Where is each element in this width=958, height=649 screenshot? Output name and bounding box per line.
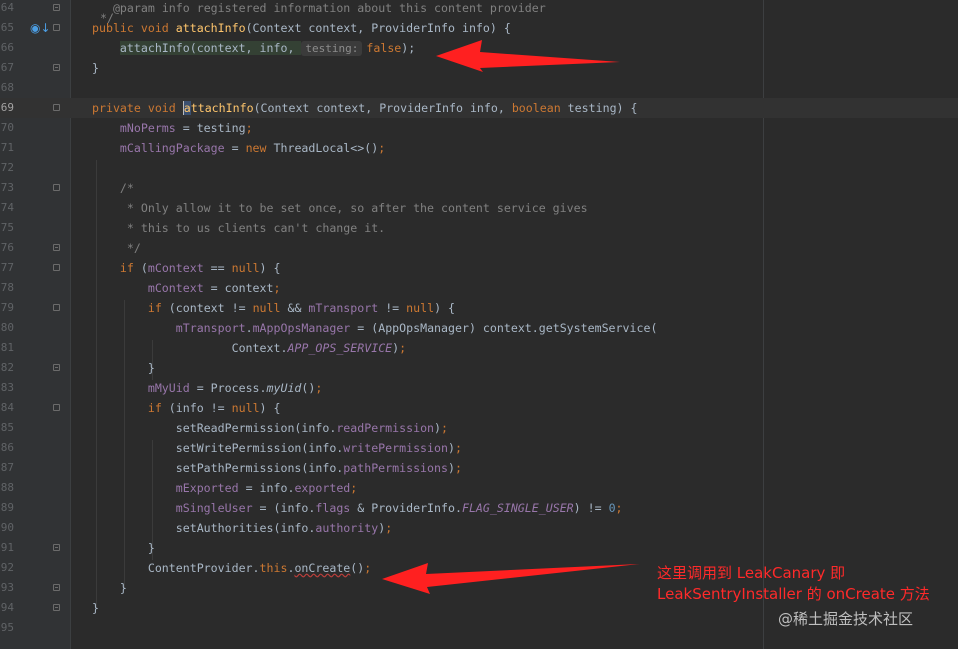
annotation-line-1: 这里调用到 LeakCanary 即: [657, 564, 846, 582]
annotation-arrows: [382, 40, 640, 594]
watermark: @稀土掘金技术社区: [778, 610, 914, 628]
arrow-to-line-66: [436, 40, 620, 72]
annotation-line-2: LeakSentryInstaller 的 onCreate 方法: [657, 585, 930, 603]
annotation-text: 这里调用到 LeakCanary 即 LeakSentryInstaller 的…: [657, 563, 957, 605]
arrow-to-line-92: [382, 563, 640, 594]
